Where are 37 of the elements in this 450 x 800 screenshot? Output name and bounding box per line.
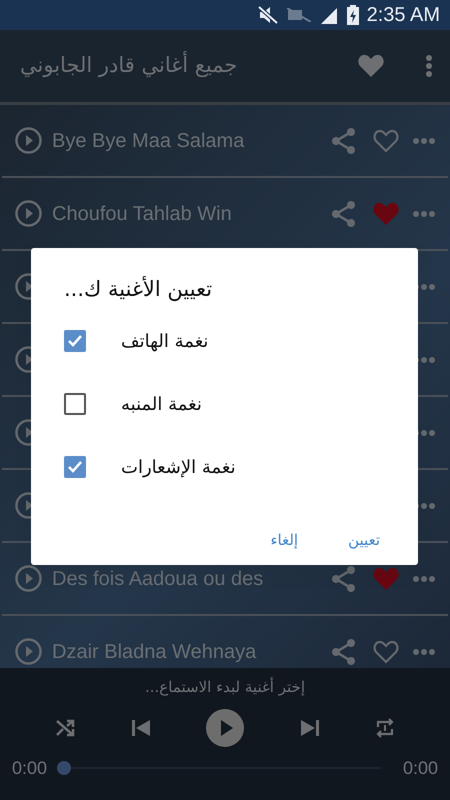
data-off-icon — [286, 8, 311, 22]
app-title: جميع أغاني قادر الجابوني — [20, 50, 238, 80]
share-icon[interactable] — [331, 638, 357, 664]
dialog-title: تعيين الأغنية ك... — [64, 275, 212, 304]
shuffle-icon[interactable] — [55, 718, 75, 738]
check-icon — [67, 460, 83, 474]
heart-icon[interactable] — [373, 128, 399, 152]
duration-time: 0:00 — [402, 756, 438, 780]
dialog-button[interactable]: إلغاء — [270, 528, 298, 551]
overflow-menu-icon[interactable] — [426, 55, 432, 77]
song-title[interactable]: Dzair Bladna Wehnaya — [52, 636, 331, 666]
option-label[interactable]: نغمة المنبه — [121, 390, 202, 418]
mute-icon — [256, 5, 279, 25]
now-playing-text: إختر أغنية لبدء الاستماع... — [145, 676, 305, 698]
share-icon[interactable] — [331, 128, 357, 154]
song-title[interactable]: Choufou Tahlab Win — [52, 198, 331, 228]
clock-time: 2:35 AM — [366, 3, 440, 28]
song-title[interactable]: Des fois Aadoua ou des — [52, 564, 331, 594]
battery-icon — [346, 5, 359, 25]
next-icon[interactable] — [300, 718, 320, 738]
heart-icon[interactable] — [358, 54, 384, 78]
song-title[interactable]: Bye Bye Maa Salama — [52, 126, 331, 156]
heart-icon[interactable] — [373, 640, 399, 664]
checkbox[interactable] — [64, 393, 86, 415]
repeat-one-icon[interactable] — [375, 716, 395, 738]
checkbox[interactable] — [64, 330, 86, 352]
play-button-icon[interactable] — [206, 708, 244, 746]
share-icon[interactable] — [331, 566, 357, 592]
option-label[interactable]: نغمة الإشعارات — [121, 454, 236, 480]
elapsed-time: 0:00 — [12, 756, 48, 780]
previous-icon[interactable] — [130, 718, 150, 738]
option-label[interactable]: نغمة الهاتف — [121, 328, 208, 354]
share-icon[interactable] — [331, 200, 357, 226]
dialog-button[interactable]: تعيين — [348, 528, 380, 551]
checkbox[interactable] — [64, 456, 86, 478]
signal-icon — [318, 6, 339, 24]
check-icon — [67, 334, 83, 348]
